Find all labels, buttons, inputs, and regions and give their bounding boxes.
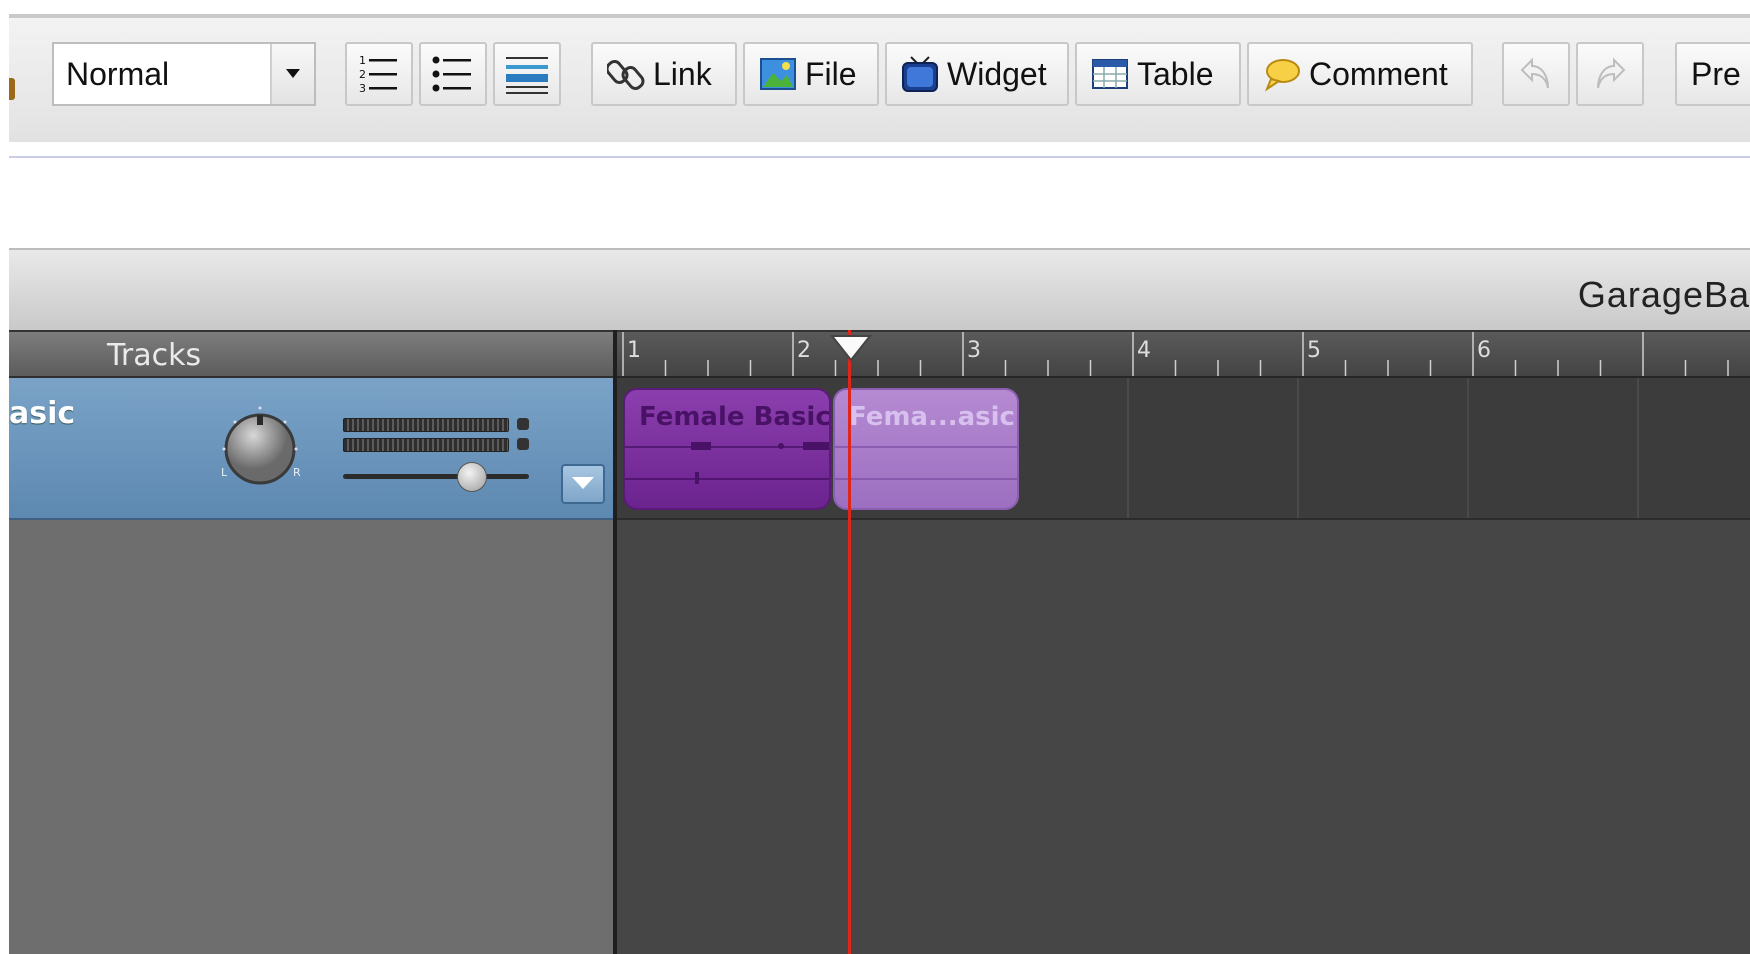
image-file-icon (760, 58, 796, 90)
numbered-list-button[interactable]: 1 2 3 (345, 42, 413, 106)
garageband-window: GarageBa Tracks asic L R 1 2 3 4 5 6 Fem… (9, 248, 1750, 954)
table-icon (1092, 59, 1128, 89)
ruler-mark-2: 2 (797, 338, 811, 363)
level-meter-right-clip (517, 438, 529, 450)
track-header-selected[interactable]: asic L R (9, 378, 613, 520)
redo-button[interactable] (1576, 42, 1644, 106)
volume-slider-track (343, 474, 529, 479)
track-lane[interactable]: Female Basic.1 Fema...asic.2 (617, 378, 1750, 520)
audio-region-1[interactable]: Female Basic.1 (623, 388, 831, 510)
volume-slider[interactable] (343, 462, 529, 492)
link-icon (607, 60, 645, 90)
svg-text:3: 3 (359, 82, 366, 95)
numbered-list-icon: 1 2 3 (359, 54, 397, 95)
file-button[interactable]: File (743, 42, 879, 106)
level-meter-right (343, 438, 509, 452)
pan-knob-icon: L R (221, 406, 301, 485)
playhead-handle[interactable] (829, 334, 873, 367)
ruler-mark-5: 5 (1307, 338, 1321, 363)
paragraph-style-value: Normal (66, 55, 170, 92)
tracks-list-empty-area[interactable] (9, 520, 613, 954)
redo-icon (1597, 57, 1626, 89)
svg-text:L: L (221, 466, 228, 479)
paragraph-style-select[interactable]: Normal (52, 42, 316, 106)
dropdown-arrow-icon[interactable] (270, 44, 314, 104)
timeline-ruler[interactable]: 1 2 3 4 5 6 (617, 330, 1750, 378)
playhead-line[interactable] (848, 330, 851, 954)
tracks-header-label: Tracks (107, 338, 202, 373)
undo-icon (1520, 57, 1549, 89)
toolbar-divider (9, 156, 1750, 158)
playhead-triangle-icon (829, 335, 873, 362)
ruler-mark-3: 3 (967, 338, 981, 363)
level-meter-left (343, 418, 509, 432)
ruler-ticks (622, 332, 1729, 376)
file-label: File (805, 55, 857, 92)
level-meter-left-clip (517, 418, 529, 430)
link-button[interactable]: Link (591, 42, 737, 106)
preview-button[interactable]: Pre (1675, 42, 1750, 106)
link-label: Link (653, 55, 712, 92)
svg-text:2: 2 (359, 68, 366, 81)
chevron-down-icon (572, 477, 594, 489)
indent-list-button[interactable] (493, 42, 561, 106)
pan-knob[interactable]: L R (215, 404, 305, 494)
ruler-mark-6: 6 (1477, 338, 1491, 363)
ruler-mark-1: 1 (627, 338, 641, 363)
widget-button[interactable]: Widget (885, 42, 1069, 106)
table-label: Table (1137, 55, 1214, 92)
window-title: GarageBa (1577, 274, 1750, 315)
svg-text:R: R (293, 466, 301, 479)
timeline-area[interactable]: Female Basic.1 Fema...asic.2 (617, 378, 1750, 954)
indent-list-icon (506, 57, 548, 94)
volume-slider-handle[interactable] (457, 462, 487, 492)
region-waveform-line (835, 446, 1017, 448)
bullet-list-icon (432, 56, 471, 92)
preview-label: Pre (1691, 55, 1741, 92)
ruler-mark-4: 4 (1137, 338, 1151, 363)
region-note-marks (691, 442, 829, 484)
tracks-column-header: Tracks (9, 330, 613, 378)
track-name: asic (9, 396, 76, 431)
comment-label: Comment (1309, 55, 1448, 92)
widget-label: Widget (947, 55, 1047, 92)
window-titlebar[interactable]: GarageBa (9, 248, 1750, 330)
table-button[interactable]: Table (1075, 42, 1241, 106)
region-label: Fema...asic.2 (849, 402, 1017, 432)
comment-button[interactable]: Comment (1247, 42, 1473, 106)
track-dropdown-button[interactable] (561, 464, 605, 504)
undo-button[interactable] (1502, 42, 1570, 106)
comment-bubble-icon (1264, 59, 1300, 92)
audio-region-2[interactable]: Fema...asic.2 (833, 388, 1019, 510)
svg-text:1: 1 (359, 54, 366, 67)
bullet-list-button[interactable] (419, 42, 487, 106)
region-waveform-line (835, 478, 1017, 480)
widget-tv-icon (902, 56, 938, 92)
truncated-toolbar-button[interactable] (9, 78, 15, 100)
